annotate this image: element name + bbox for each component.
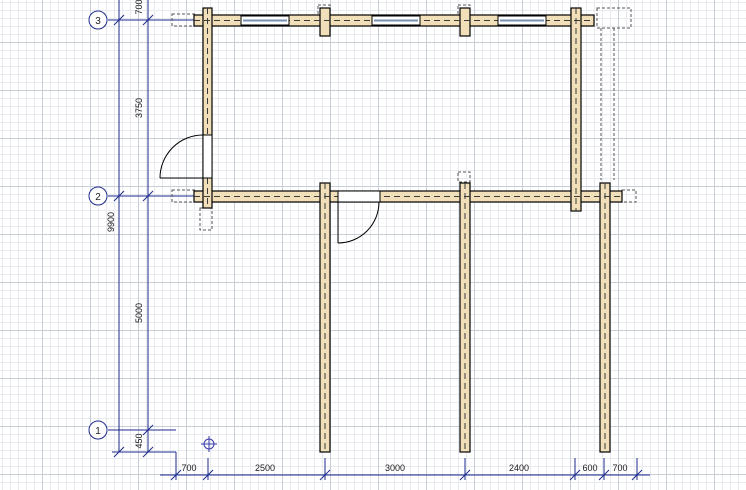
hdim-label-5: 600 [582,463,597,473]
hdim-label-1: 700 [181,463,196,473]
axis-label-1: 1 [95,426,101,437]
origin-marker[interactable] [201,436,217,452]
vertical-dimension-chain [108,0,200,458]
axis-marker-3: 3 [88,10,108,30]
dim-bottom-label: 450 [134,433,144,448]
door-interior [337,190,381,244]
windows [240,15,547,26]
hdim-label-3: 3000 [385,463,405,473]
post-top-1 [319,7,331,37]
axis-label-2: 2 [95,192,101,203]
dim-total-label: 9900 [106,212,116,232]
dim-span-2-1-label: 5000 [134,303,144,323]
window-2 [371,15,421,26]
log-walls [193,7,623,453]
window-1 [240,15,290,26]
axis-marker-2: 2 [88,186,108,206]
axis-label-3: 3 [95,16,101,27]
dim-span-3-2-label: 3750 [134,98,144,118]
hdim-label-6: 700 [612,463,627,473]
hdim-label-2: 2500 [255,463,275,473]
window-3 [497,15,547,26]
dim-top-label: 700 [134,0,144,15]
hdim-label-4: 2400 [509,463,529,473]
centre-lines [194,8,622,452]
post-top-2 [459,7,471,37]
axis-marker-1: 1 [88,420,108,440]
door-left [159,134,213,179]
floor-plan-drawing: 700 3750 9900 5000 450 3 2 1 700 2500 30… [88,0,650,481]
